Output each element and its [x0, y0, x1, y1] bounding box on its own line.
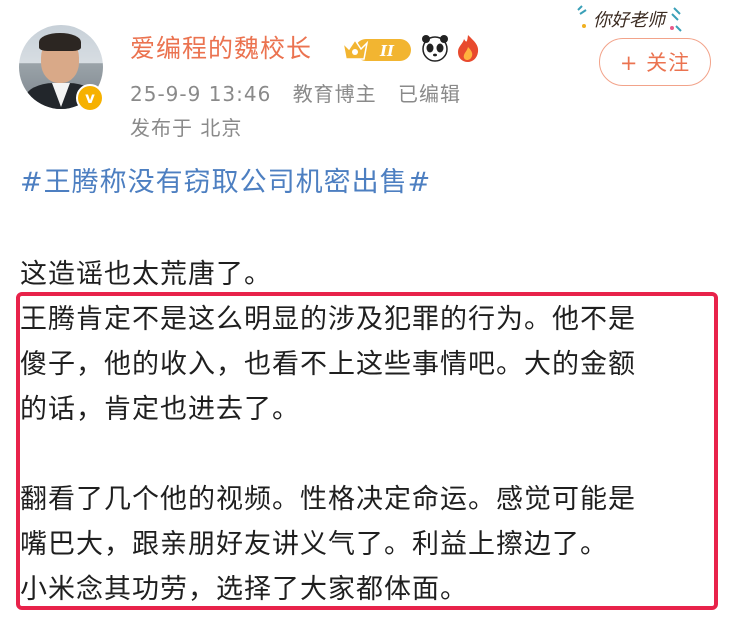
verified-badge-icon: v — [76, 84, 104, 112]
post-line: 王腾肯定不是这么明显的涉及犯罪的行为。他不是 — [20, 304, 636, 335]
post-line: 翻看了几个他的视频。性格决定命运。感觉可能是 — [20, 484, 636, 515]
post-meta: 25-9-9 13:46 教育博主 已编辑 — [130, 78, 475, 107]
topic-hashtag-link[interactable]: #王腾称没有窃取公司机密出售# — [20, 160, 431, 199]
crown-level-badge-icon: II — [341, 38, 411, 61]
panda-icon — [422, 35, 448, 62]
follow-button[interactable]: + 关注 — [599, 38, 711, 86]
post-line: 傻子，他的收入，也看不上这些事情吧。大的金额 — [20, 349, 636, 380]
post-line: 小米念其功劳，选择了大家都体面。 — [20, 574, 468, 605]
author-role: 教育博主 — [292, 82, 377, 106]
post-line: 嘴巴大，跟亲朋好友讲义气了。利益上擦边了。 — [20, 529, 608, 560]
post-location: 发布于 北京 — [130, 116, 243, 140]
post-timestamp: 25-9-9 13:46 — [130, 82, 272, 106]
post-content: 这造谣也太荒唐了。 王腾肯定不是这么明显的涉及犯罪的行为。他不是 傻子，他的收入… — [20, 252, 720, 612]
author-name[interactable]: 爱编程的魏校长 — [130, 29, 312, 65]
post-line: 这造谣也太荒唐了。 — [20, 259, 272, 290]
sticker-text: 你好老师 — [593, 10, 665, 31]
post-line-blank — [20, 432, 720, 477]
post-header: v 爱编程的魏校长 II 25-9-9 13:46 教育博主 已编辑 发布于 北… — [0, 0, 750, 150]
edited-label: 已编辑 — [398, 82, 462, 106]
post-line: 的话，肯定也进去了。 — [20, 394, 300, 425]
greeting-sticker: 你好老师 — [576, 4, 682, 34]
fire-icon — [458, 35, 479, 62]
avatar-hair — [39, 33, 81, 51]
level-badge-text: II — [379, 42, 395, 60]
